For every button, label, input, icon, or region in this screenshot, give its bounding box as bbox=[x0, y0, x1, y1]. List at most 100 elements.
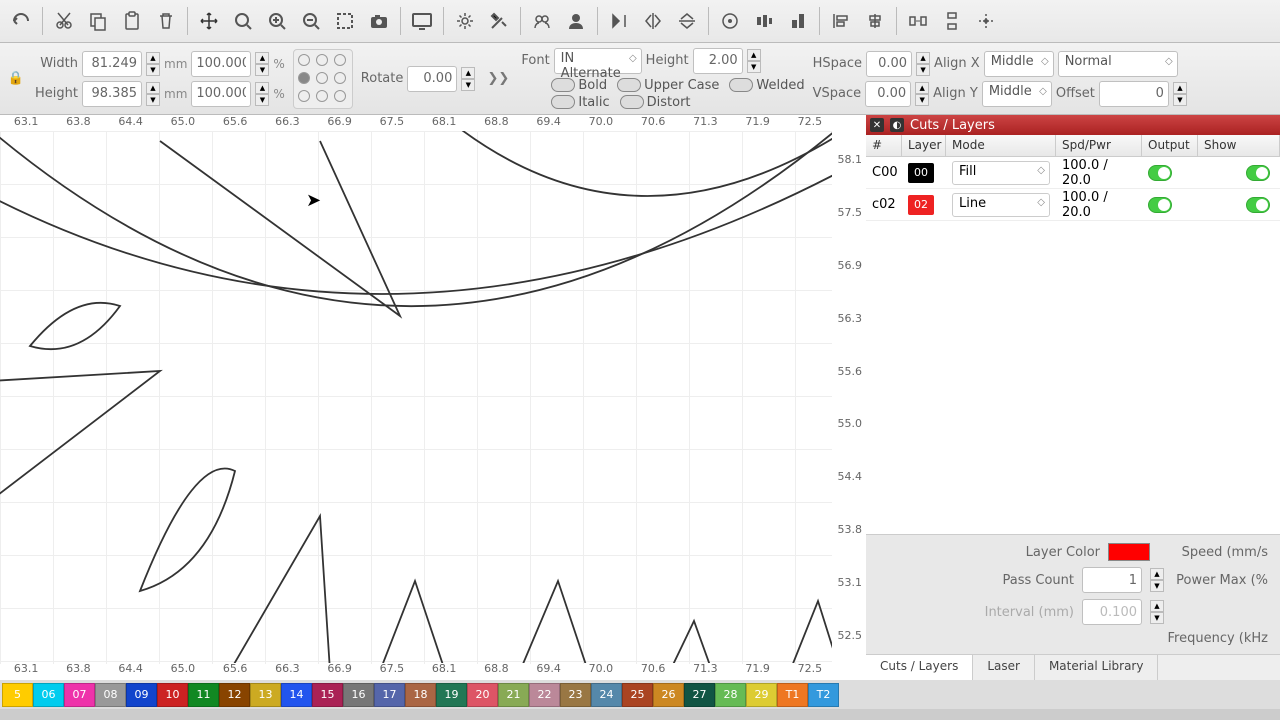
main-toolbar bbox=[0, 0, 1280, 43]
undo-icon[interactable] bbox=[5, 5, 37, 37]
italic-check[interactable]: Italic bbox=[551, 95, 609, 110]
palette-25[interactable]: 25 bbox=[622, 683, 653, 707]
palette-5[interactable]: 5 bbox=[2, 683, 33, 707]
palette-28[interactable]: 28 bbox=[715, 683, 746, 707]
ruler-top: 63.163.864.465.065.666.366.967.568.168.8… bbox=[0, 115, 836, 133]
copy-icon[interactable] bbox=[82, 5, 114, 37]
settings-icon[interactable] bbox=[449, 5, 481, 37]
palette-15[interactable]: 15 bbox=[312, 683, 343, 707]
tools-icon[interactable] bbox=[483, 5, 515, 37]
frame-icon[interactable] bbox=[329, 5, 361, 37]
mode-select[interactable]: Line bbox=[952, 193, 1050, 217]
palette-18[interactable]: 18 bbox=[405, 683, 436, 707]
delete-icon[interactable] bbox=[150, 5, 182, 37]
palette-12[interactable]: 12 bbox=[219, 683, 250, 707]
collapse-icon[interactable]: ◐ bbox=[890, 118, 904, 132]
zoom-out-icon[interactable] bbox=[295, 5, 327, 37]
palette-27[interactable]: 27 bbox=[684, 683, 715, 707]
mirror-icon[interactable] bbox=[637, 5, 669, 37]
palette-29[interactable]: 29 bbox=[746, 683, 777, 707]
close-icon[interactable]: ✕ bbox=[870, 118, 884, 132]
height-label: Height bbox=[34, 86, 78, 101]
height-input[interactable] bbox=[82, 81, 142, 107]
show-toggle[interactable] bbox=[1246, 197, 1270, 213]
aligny-select[interactable]: Middle bbox=[982, 81, 1052, 107]
cut-icon[interactable] bbox=[48, 5, 80, 37]
font-select[interactable]: IN Alternate bbox=[554, 48, 642, 74]
design-canvas[interactable]: 63.163.864.465.065.666.366.967.568.168.8… bbox=[0, 115, 866, 680]
width-label: Width bbox=[34, 56, 78, 71]
user-icon[interactable] bbox=[560, 5, 592, 37]
center-icon[interactable] bbox=[970, 5, 1002, 37]
width-pct-input[interactable] bbox=[191, 51, 251, 77]
palette-22[interactable]: 22 bbox=[529, 683, 560, 707]
spacing-h-icon[interactable] bbox=[902, 5, 934, 37]
zoom-fit-icon[interactable] bbox=[227, 5, 259, 37]
align-tool-icon[interactable] bbox=[714, 5, 746, 37]
anchor-grid[interactable] bbox=[293, 49, 353, 109]
pass-count-input[interactable] bbox=[1082, 567, 1142, 593]
lock-icon[interactable]: 🔒 bbox=[6, 61, 26, 97]
palette-21[interactable]: 21 bbox=[498, 683, 529, 707]
layer-color-swatch[interactable] bbox=[1108, 543, 1150, 561]
palette-T1[interactable]: T1 bbox=[777, 683, 808, 707]
upper-check[interactable]: Upper Case bbox=[617, 78, 719, 93]
palette-16[interactable]: 16 bbox=[343, 683, 374, 707]
palette-23[interactable]: 23 bbox=[560, 683, 591, 707]
palette-07[interactable]: 07 bbox=[64, 683, 95, 707]
distort-check[interactable]: Distort bbox=[620, 95, 691, 110]
rotate-input[interactable] bbox=[407, 66, 457, 92]
palette-11[interactable]: 11 bbox=[188, 683, 219, 707]
palette-10[interactable]: 10 bbox=[157, 683, 188, 707]
palette-20[interactable]: 20 bbox=[467, 683, 498, 707]
align-center-icon[interactable] bbox=[859, 5, 891, 37]
tab-cuts-layers[interactable]: Cuts / Layers bbox=[866, 655, 973, 680]
flip-h-icon[interactable] bbox=[603, 5, 635, 37]
move-icon[interactable] bbox=[193, 5, 225, 37]
layer-properties: Layer Color Speed (mm/s Pass Count ▲▼ Po… bbox=[866, 534, 1280, 654]
mode-select[interactable]: Fill bbox=[952, 161, 1050, 185]
show-toggle[interactable] bbox=[1246, 165, 1270, 181]
camera-icon[interactable] bbox=[363, 5, 395, 37]
spinner-down[interactable]: ▼ bbox=[146, 64, 160, 76]
palette-26[interactable]: 26 bbox=[653, 683, 684, 707]
palette-13[interactable]: 13 bbox=[250, 683, 281, 707]
width-input[interactable] bbox=[82, 51, 142, 77]
output-toggle[interactable] bbox=[1148, 165, 1172, 181]
zoom-in-icon[interactable] bbox=[261, 5, 293, 37]
palette-09[interactable]: 09 bbox=[126, 683, 157, 707]
palette-19[interactable]: 19 bbox=[436, 683, 467, 707]
distribute-v-icon[interactable] bbox=[782, 5, 814, 37]
ruler-bottom: 63.163.864.465.065.666.366.967.568.168.8… bbox=[0, 662, 836, 680]
group-icon[interactable] bbox=[526, 5, 558, 37]
style-select[interactable]: Normal bbox=[1058, 51, 1178, 77]
monitor-icon[interactable] bbox=[406, 5, 438, 37]
palette-14[interactable]: 14 bbox=[281, 683, 312, 707]
distribute-h-icon[interactable] bbox=[748, 5, 780, 37]
alignx-select[interactable]: Middle bbox=[984, 51, 1054, 77]
palette-24[interactable]: 24 bbox=[591, 683, 622, 707]
flip-v-icon[interactable] bbox=[671, 5, 703, 37]
tab-material-library[interactable]: Material Library bbox=[1035, 655, 1159, 680]
palette-17[interactable]: 17 bbox=[374, 683, 405, 707]
offset-input[interactable] bbox=[1099, 81, 1169, 107]
output-toggle[interactable] bbox=[1148, 197, 1172, 213]
paste-icon[interactable] bbox=[116, 5, 148, 37]
welded-check[interactable]: Welded bbox=[729, 78, 804, 93]
palette-06[interactable]: 06 bbox=[33, 683, 64, 707]
vspace-input[interactable] bbox=[865, 81, 911, 107]
table-row[interactable]: C00 00 Fill 100.0 / 20.0 bbox=[866, 157, 1280, 189]
align-left-icon[interactable] bbox=[825, 5, 857, 37]
spacing-v-icon[interactable] bbox=[936, 5, 968, 37]
hspace-input[interactable] bbox=[866, 51, 912, 77]
table-row[interactable]: c02 02 Line 100.0 / 20.0 bbox=[866, 189, 1280, 221]
chevron-right-icon[interactable]: ❯❯ bbox=[483, 71, 513, 86]
panel-tabs: Cuts / LayersLaserMaterial Library bbox=[866, 654, 1280, 680]
height-pct-input[interactable] bbox=[191, 81, 251, 107]
font-height-input[interactable] bbox=[693, 48, 743, 74]
interval-input bbox=[1082, 599, 1142, 625]
spinner-up[interactable]: ▲ bbox=[146, 52, 160, 64]
tab-laser[interactable]: Laser bbox=[973, 655, 1035, 680]
palette-T2[interactable]: T2 bbox=[808, 683, 839, 707]
palette-08[interactable]: 08 bbox=[95, 683, 126, 707]
